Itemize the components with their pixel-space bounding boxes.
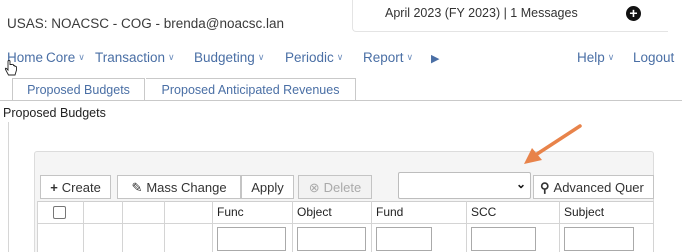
chevron-down-icon: ∨ bbox=[336, 52, 344, 62]
content-border bbox=[8, 122, 9, 252]
column-header-func[interactable]: Func bbox=[217, 205, 244, 219]
scc-filter-input[interactable] bbox=[471, 227, 536, 251]
page-title: Proposed Budgets bbox=[3, 106, 106, 120]
period-status[interactable]: April 2023 (FY 2023) | 1 Messages bbox=[385, 6, 578, 20]
chevron-down-icon: ⌄ bbox=[515, 177, 526, 191]
grid-column-divider bbox=[37, 201, 38, 252]
grid-column-divider bbox=[466, 201, 467, 252]
chevron-down-icon: ∨ bbox=[607, 52, 615, 62]
apply-button[interactable]: Apply bbox=[241, 175, 294, 199]
object-filter-input[interactable] bbox=[297, 227, 366, 251]
delete-button[interactable]: ⊗ Delete bbox=[298, 175, 372, 199]
grid-column-divider bbox=[371, 201, 372, 252]
period-status-box[interactable]: April 2023 (FY 2023) | 1 Messages + bbox=[352, 0, 668, 32]
hand-cursor-icon bbox=[4, 60, 17, 76]
tab-proposed-budgets[interactable]: Proposed Budgets bbox=[12, 78, 145, 101]
grid-column-divider bbox=[83, 201, 84, 252]
plus-icon: + bbox=[50, 180, 58, 195]
menu-core[interactable]: Core ∨ bbox=[46, 50, 85, 65]
edit-icon: ✎ bbox=[131, 180, 143, 195]
func-filter-input[interactable] bbox=[217, 227, 286, 251]
main-menu: Home Core ∨ Transaction ∨ Budgeting ∨ Perio… bbox=[0, 44, 682, 74]
create-button[interactable]: + Create bbox=[40, 175, 111, 199]
advanced-query-button[interactable]: ⚲ Advanced Quer bbox=[533, 175, 654, 199]
grid-header-divider bbox=[37, 223, 653, 224]
menu-periodic[interactable]: Periodic ∨ bbox=[285, 50, 343, 65]
grid-column-divider bbox=[292, 201, 293, 252]
query-select[interactable]: ⌄ bbox=[398, 172, 531, 199]
grid-column-divider bbox=[212, 201, 213, 252]
grid-column-divider bbox=[122, 201, 123, 252]
chevron-down-icon: ∨ bbox=[168, 52, 175, 62]
column-header-fund[interactable]: Fund bbox=[376, 205, 403, 219]
annotation-arrow-icon bbox=[524, 124, 582, 164]
x-circle-icon: ⊗ bbox=[308, 180, 320, 195]
menu-more-arrow-icon[interactable]: ▶ bbox=[431, 52, 439, 65]
select-all-checkbox[interactable] bbox=[53, 206, 66, 219]
fund-filter-input[interactable] bbox=[376, 227, 432, 251]
app-title: USAS: NOACSC - COG - brenda@noacsc.lan bbox=[7, 16, 285, 31]
column-header-object[interactable]: Object bbox=[297, 205, 332, 219]
mass-change-button[interactable]: ✎ Mass Change bbox=[117, 175, 241, 199]
chevron-down-icon: ∨ bbox=[406, 52, 414, 62]
column-header-scc[interactable]: SCC bbox=[471, 205, 496, 219]
menu-budgeting[interactable]: Budgeting ∨ bbox=[194, 50, 264, 65]
tab-proposed-anticipated-revenues[interactable]: Proposed Anticipated Revenues bbox=[146, 78, 356, 101]
chevron-down-icon: ∨ bbox=[257, 52, 265, 62]
menu-report[interactable]: Report ∨ bbox=[363, 50, 413, 65]
title-bar: USAS: NOACSC - COG - brenda@noacsc.lan A… bbox=[0, 0, 682, 44]
menu-logout[interactable]: Logout bbox=[633, 50, 674, 65]
chevron-down-icon: ∨ bbox=[78, 52, 85, 62]
tab-divider bbox=[0, 100, 682, 101]
grid-column-divider bbox=[559, 201, 560, 252]
menu-help[interactable]: Help ∨ bbox=[577, 50, 614, 65]
grid-column-divider bbox=[164, 201, 165, 252]
menu-transaction[interactable]: Transaction ∨ bbox=[95, 50, 175, 65]
search-icon: ⚲ bbox=[540, 180, 550, 195]
column-header-subject[interactable]: Subject bbox=[564, 205, 604, 219]
subject-filter-input[interactable] bbox=[564, 227, 634, 251]
plus-circle-icon[interactable]: + bbox=[626, 6, 641, 21]
grid-column-divider bbox=[653, 201, 654, 252]
